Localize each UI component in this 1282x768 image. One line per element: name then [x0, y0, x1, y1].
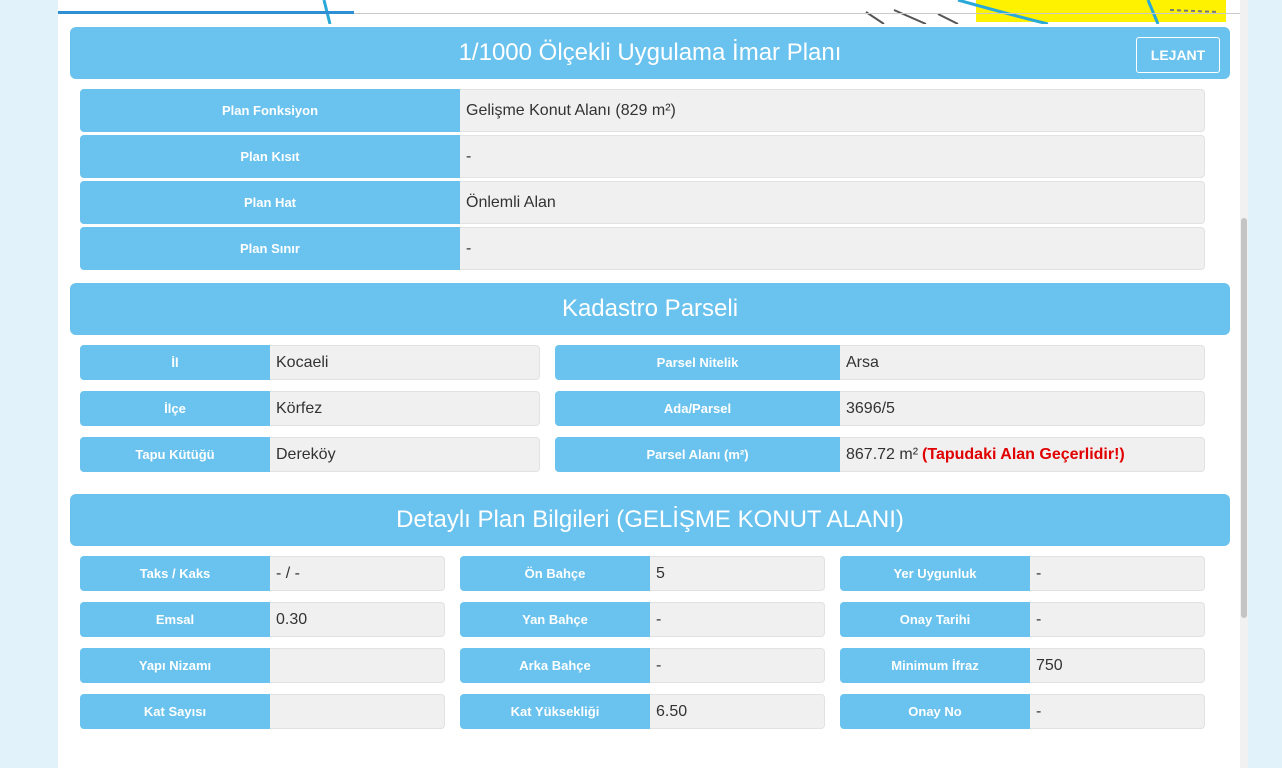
row-value — [270, 694, 445, 729]
row-label: İlçe — [80, 391, 270, 426]
row-value: - — [650, 648, 825, 683]
kadastro-section-header: Kadastro Parseli — [70, 283, 1230, 335]
detay-row-yan-bahce: Yan Bahçe - — [460, 602, 825, 637]
row-label: Emsal — [80, 602, 270, 637]
row-value — [270, 648, 445, 683]
map-strip — [58, 0, 1248, 24]
kadastro-section-title: Kadastro Parseli — [561, 295, 739, 322]
row-label: Ön Bahçe — [460, 556, 650, 591]
tapu-warning-note: (Tapudaki Alan Geçerlidir!) — [922, 445, 1125, 463]
row-value: - — [1030, 602, 1205, 637]
row-label: Arka Bahçe — [460, 648, 650, 683]
detay-row-emsal: Emsal 0.30 — [80, 602, 445, 637]
lejant-button[interactable]: LEJANT — [1136, 37, 1220, 73]
detayli-section-title: Detaylı Plan Bilgileri (GELİŞME KONUT AL… — [396, 506, 904, 533]
row-value: 0.30 — [270, 602, 445, 637]
row-label: Plan Hat — [80, 181, 460, 224]
row-value: Kocaeli — [270, 345, 540, 380]
plan-row-hat: Plan Hat Önlemli Alan — [80, 181, 1205, 224]
row-value: - — [650, 602, 825, 637]
detay-row-arka-bahce: Arka Bahçe - — [460, 648, 825, 683]
row-value: 6.50 — [650, 694, 825, 729]
row-value: Önlemli Alan — [460, 181, 1205, 224]
kadastro-row-tapu-kutugu: Tapu Kütüğü Dereköy — [80, 437, 540, 472]
plan-section-title: 1/1000 Ölçekli Uygulama İmar Planı — [458, 39, 842, 66]
plan-row-fonksiyon: Plan Fonksiyon Gelişme Konut Alanı (829 … — [80, 89, 1205, 132]
row-value: - — [460, 227, 1205, 270]
row-value: 867.72 m² (Tapudaki Alan Geçerlidir!) — [840, 437, 1205, 472]
detayli-section-header: Detaylı Plan Bilgileri (GELİŞME KONUT AL… — [70, 494, 1230, 546]
active-tab-indicator[interactable] — [58, 11, 354, 14]
row-value: 750 — [1030, 648, 1205, 683]
row-label: Onay No — [840, 694, 1030, 729]
row-label: Minimum İfraz — [840, 648, 1030, 683]
plan-section-header: 1/1000 Ölçekli Uygulama İmar Planı LEJAN… — [70, 27, 1230, 79]
kadastro-row-parsel-alani: Parsel Alanı (m²) 867.72 m² (Tapudaki Al… — [555, 437, 1205, 472]
kadastro-row-ilce: İlçe Körfez — [80, 391, 540, 426]
row-value: - — [460, 135, 1205, 178]
detay-row-minimum-ifraz: Minimum İfraz 750 — [840, 648, 1205, 683]
row-value: - — [1030, 694, 1205, 729]
detay-row-taks-kaks: Taks / Kaks - / - — [80, 556, 445, 591]
detay-row-yer-uygunluk: Yer Uygunluk - — [840, 556, 1205, 591]
row-label: Yapı Nizamı — [80, 648, 270, 683]
plan-row-kisit: Plan Kısıt - — [80, 135, 1205, 178]
detay-row-on-bahce: Ön Bahçe 5 — [460, 556, 825, 591]
row-label: Onay Tarihi — [840, 602, 1030, 637]
row-label: Parsel Alanı (m²) — [555, 437, 840, 472]
row-value: Gelişme Konut Alanı (829 m²) — [460, 89, 1205, 132]
row-label: Plan Sınır — [80, 227, 460, 270]
row-value: 3696/5 — [840, 391, 1205, 426]
row-value: Körfez — [270, 391, 540, 426]
detay-row-onay-no: Onay No - — [840, 694, 1205, 729]
kadastro-row-ada-parsel: Ada/Parsel 3696/5 — [555, 391, 1205, 426]
kadastro-row-parsel-nitelik: Parsel Nitelik Arsa — [555, 345, 1205, 380]
content-card: 1/1000 Ölçekli Uygulama İmar Planı LEJAN… — [58, 0, 1248, 768]
row-label: Taks / Kaks — [80, 556, 270, 591]
detay-row-yapi-nizami: Yapı Nizamı — [80, 648, 445, 683]
row-label: İl — [80, 345, 270, 380]
row-label: Parsel Nitelik — [555, 345, 840, 380]
plan-row-sinir: Plan Sınır - — [80, 227, 1205, 270]
row-value: 5 — [650, 556, 825, 591]
row-value: Arsa — [840, 345, 1205, 380]
row-label: Ada/Parsel — [555, 391, 840, 426]
row-label: Yan Bahçe — [460, 602, 650, 637]
tab-divider — [354, 13, 1244, 14]
vertical-scrollbar[interactable] — [1240, 0, 1248, 768]
row-label: Plan Fonksiyon — [80, 89, 460, 132]
kadastro-row-il: İl Kocaeli — [80, 345, 540, 380]
row-value: Dereköy — [270, 437, 540, 472]
row-value: - — [1030, 556, 1205, 591]
detay-row-kat-sayisi: Kat Sayısı — [80, 694, 445, 729]
row-label: Tapu Kütüğü — [80, 437, 270, 472]
scrollbar-thumb[interactable] — [1241, 218, 1247, 618]
parsel-alani-value: 867.72 m² — [846, 445, 919, 463]
row-label: Kat Yüksekliği — [460, 694, 650, 729]
detay-row-kat-yuksekligi: Kat Yüksekliği 6.50 — [460, 694, 825, 729]
row-label: Plan Kısıt — [80, 135, 460, 178]
detay-row-onay-tarihi: Onay Tarihi - — [840, 602, 1205, 637]
row-label: Yer Uygunluk — [840, 556, 1030, 591]
row-label: Kat Sayısı — [80, 694, 270, 729]
row-value: - / - — [270, 556, 445, 591]
